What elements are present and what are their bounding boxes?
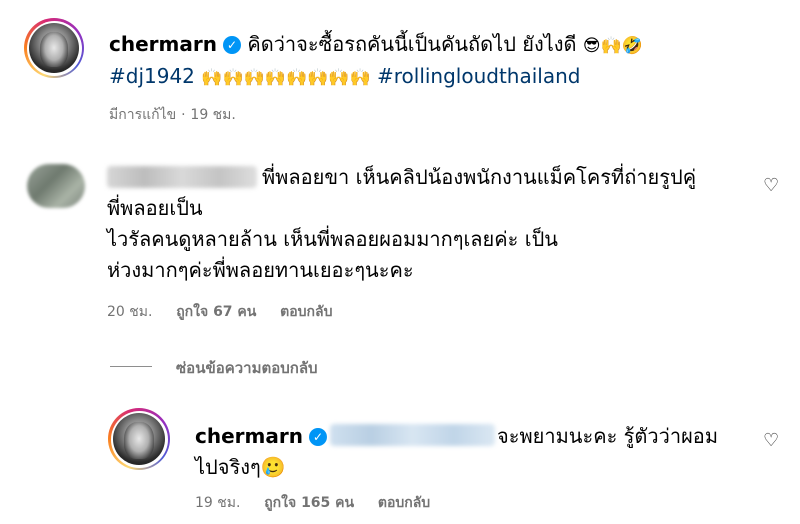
meta-separator: · — [181, 107, 186, 123]
avatar — [113, 413, 165, 465]
comment-line-3: ไวรัลคนดูหลายล้าน เห็นพี่พลอยผอมมากๆเลยค… — [107, 227, 558, 251]
reply-line-2: ไปจริงๆ🥲 — [195, 455, 286, 479]
hide-replies-button[interactable]: ซ่อนข้อความตอบกลับ — [176, 356, 318, 380]
comment-reply-button[interactable]: ตอบกลับ — [280, 304, 332, 320]
post-author-avatar[interactable] — [24, 18, 84, 78]
verified-badge-icon: ✓ — [308, 428, 327, 446]
reply-username[interactable]: chermarn — [195, 424, 303, 448]
reply-like-heart-icon[interactable]: ♡ — [763, 430, 779, 451]
comment-line-4: ห่วงมากๆค่ะพี่พลอยทานเยอะๆนะคะ — [107, 258, 414, 282]
commenter-username[interactable] — [107, 166, 257, 188]
caption-emojis: 😎🙌🤣 — [582, 36, 643, 56]
comment-like-heart-icon[interactable]: ♡ — [763, 175, 779, 196]
reply-author-avatar[interactable] — [108, 408, 170, 470]
reply-likes-count[interactable]: ถูกใจ 165 คน — [264, 495, 354, 511]
edited-label: มีการแก้ไข — [109, 107, 177, 123]
reply-time[interactable]: 19 ชม. — [195, 495, 240, 511]
commenter-avatar[interactable] — [27, 164, 85, 208]
post-meta: มีการแก้ไข · 19 ชม. — [109, 104, 236, 126]
reply-line-1: จะพยามนะคะ รู้ตัวว่าผอม — [497, 424, 719, 448]
comment-line-2: พี่พลอยเป็น — [107, 196, 203, 220]
comment-time[interactable]: 20 ชม. — [107, 304, 152, 320]
hashtag-dj1942[interactable]: #dj1942 — [109, 64, 195, 88]
hashtag-rollingloudthailand[interactable]: #rollingloudthailand — [377, 64, 581, 88]
raised-hands-emojis: 🙌🙌🙌🙌🙌🙌🙌🙌 — [201, 68, 371, 88]
post-username[interactable]: chermarn — [109, 32, 217, 56]
replies-divider — [110, 366, 152, 367]
post-caption: chermarn ✓ คิดว่าจะซื้อรถคันนี้เป็นคันถัด… — [109, 29, 789, 93]
reply-mention[interactable] — [330, 424, 495, 446]
comment-text-continued: พี่พลอยเป็น ไวรัลคนดูหลายล้าน เห็นพี่พลอ… — [107, 193, 627, 286]
reply-meta: 19 ชม. ถูกใจ 165 คน ตอบกลับ — [195, 492, 430, 514]
comment-text: พี่พลอยขา เห็นคลิปน้องพนักงานแม็คโครที่ถ… — [262, 162, 742, 193]
reply-reply-button[interactable]: ตอบกลับ — [378, 495, 430, 511]
post-time[interactable]: 19 ชม. — [190, 107, 235, 123]
comment-likes-count[interactable]: ถูกใจ 67 คน — [176, 304, 256, 320]
reply-text: จะพยามนะคะ รู้ตัวว่าผอม — [497, 421, 757, 452]
caption-text: คิดว่าจะซื้อรถคันนี้เป็นคันถัดไป ยังไงดี — [247, 32, 577, 56]
avatar — [29, 23, 79, 73]
comment-meta: 20 ชม. ถูกใจ 67 คน ตอบกลับ — [107, 301, 332, 323]
comment-line-1: พี่พลอยขา เห็นคลิปน้องพนักงานแม็คโครที่ถ… — [262, 165, 697, 189]
reply-text-continued: ไปจริงๆ🥲 — [195, 452, 595, 483]
verified-badge-icon: ✓ — [222, 36, 241, 54]
